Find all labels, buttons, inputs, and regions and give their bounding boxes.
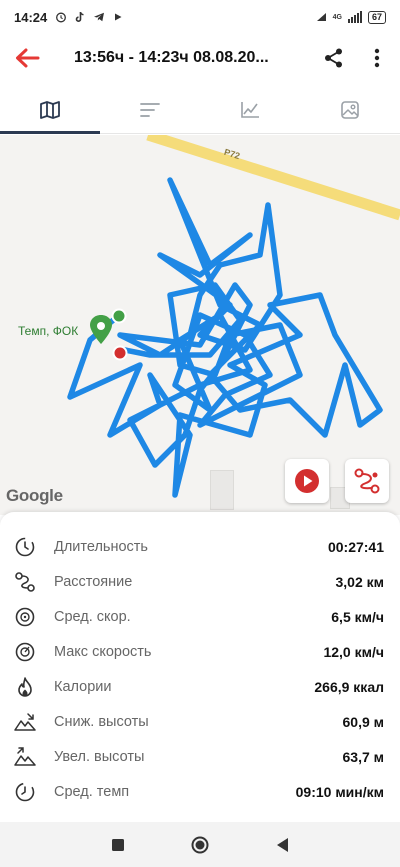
- stats-panel: Длительность 00:27:41 Расстояние 3,02 км…: [0, 512, 400, 822]
- stat-row-avg-speed: Сред. скор. 6,5 км/ч: [0, 599, 400, 634]
- building-shape: [210, 470, 234, 510]
- google-logo: Google: [6, 486, 63, 505]
- back-button[interactable]: [0, 34, 54, 82]
- stat-row-distance: Расстояние 3,02 км: [0, 564, 400, 599]
- stat-row-calories: Калории 266,9 ккал: [0, 669, 400, 704]
- play-route-button[interactable]: [285, 459, 329, 503]
- route-style-button[interactable]: [345, 459, 389, 503]
- home-button[interactable]: [187, 832, 213, 858]
- descent-icon: [13, 710, 37, 734]
- share-button[interactable]: [316, 34, 352, 82]
- share-icon: [325, 48, 342, 68]
- stat-label: Калории: [54, 678, 112, 695]
- telegram-icon: [94, 12, 105, 22]
- photo-icon: [341, 100, 359, 119]
- list-icon: [140, 102, 160, 117]
- stat-label: Увел. высоты: [54, 748, 145, 765]
- status-bar: 14:24 4G 67: [0, 0, 400, 34]
- stat-value: 09:10 мин/км: [295, 783, 384, 800]
- system-nav-bar: [0, 822, 400, 867]
- route-icon: [354, 468, 380, 494]
- track-line: [67, 177, 383, 498]
- chart-icon: [241, 101, 259, 118]
- page-title: 13:56ч - 14:23ч 08.08.20...: [74, 49, 269, 66]
- place-label: Темп, ФОК: [18, 324, 79, 338]
- map-icon: [40, 100, 60, 119]
- stat-label: Длительность: [54, 538, 148, 555]
- status-time: 14:24: [14, 9, 48, 25]
- start-marker: [111, 308, 127, 324]
- app-bar: 13:56ч - 14:23ч 08.08.20...: [0, 34, 400, 82]
- signal-icon: [347, 11, 362, 23]
- stat-label: Сниж. высоты: [54, 713, 149, 730]
- stat-label: Сред. темп: [54, 783, 130, 800]
- stat-row-ascent: Увел. высоты 63,7 м: [0, 739, 400, 774]
- more-button[interactable]: [360, 34, 394, 82]
- stat-value: 266,9 ккал: [314, 678, 384, 695]
- play-icon: [295, 469, 319, 493]
- ascent-icon: [13, 745, 37, 769]
- stat-value: 12,0 км/ч: [323, 643, 384, 660]
- stat-value: 6,5 км/ч: [331, 608, 384, 625]
- youtube-icon: [115, 13, 122, 21]
- map-view[interactable]: P72 Темп, ФОК Google: [0, 135, 400, 515]
- map-tab[interactable]: [0, 86, 100, 134]
- recents-icon: [112, 839, 124, 851]
- network-type: 4G: [332, 13, 342, 21]
- stat-row-duration: Длительность 00:27:41: [0, 529, 400, 564]
- stat-value: 60,9 м: [342, 713, 385, 730]
- timer-icon: [13, 535, 37, 559]
- stat-value: 00:27:41: [327, 538, 384, 555]
- stat-label: Макс скорость: [54, 643, 152, 660]
- back-icon: [277, 838, 288, 852]
- recents-button[interactable]: [105, 832, 131, 858]
- chart-tab[interactable]: [200, 86, 300, 133]
- photos-tab[interactable]: [300, 86, 400, 133]
- road-line: [146, 135, 400, 221]
- alarm-icon: [56, 12, 67, 23]
- stat-row-max-speed: Макс скорость 12,0 км/ч: [0, 634, 400, 669]
- home-icon: [191, 836, 209, 854]
- tiktok-icon: [75, 11, 84, 22]
- laps-tab[interactable]: [100, 86, 200, 133]
- stat-row-descent: Сниж. высоты 60,9 м: [0, 704, 400, 739]
- max-speed-icon: [13, 640, 37, 664]
- stat-value: 3,02 км: [335, 573, 384, 590]
- stat-label: Сред. скор.: [54, 608, 131, 625]
- nav-back-button[interactable]: [270, 832, 296, 858]
- pace-icon: [13, 780, 37, 804]
- end-marker: [112, 345, 128, 361]
- wifi-icon: [316, 13, 326, 21]
- route-icon: [13, 570, 37, 594]
- back-arrow-icon: [16, 48, 40, 68]
- stat-label: Расстояние: [54, 573, 133, 590]
- stat-value: 63,7 м: [342, 748, 385, 765]
- stat-row-pace: Сред. темп 09:10 мин/км: [0, 774, 400, 809]
- calories-icon: [13, 675, 37, 699]
- tab-bar: [0, 86, 400, 134]
- more-vert-icon: [374, 48, 380, 68]
- battery-icon: 67: [367, 10, 386, 24]
- speed-icon: [13, 605, 37, 629]
